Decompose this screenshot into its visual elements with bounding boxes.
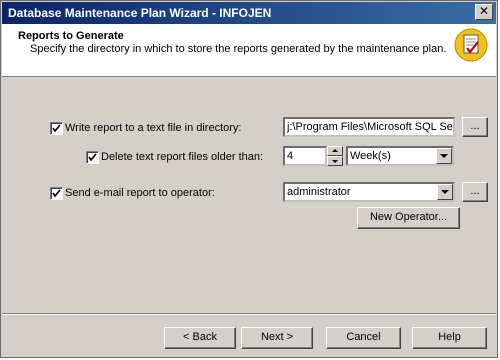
age-unit-select[interactable]: Week(s) — [346, 146, 454, 166]
close-button[interactable]: ✕ — [475, 4, 493, 20]
new-operator-button[interactable]: New Operator... — [357, 207, 460, 229]
operator-select[interactable]: administrator — [283, 182, 455, 202]
age-count-field[interactable]: 4 — [283, 146, 327, 166]
spin-up-icon[interactable] — [327, 146, 343, 156]
send-email-label: Send e-mail report to operator: — [65, 187, 215, 199]
wizard-content: Write report to a text file in directory… — [2, 77, 496, 313]
send-email-checkbox[interactable] — [50, 187, 63, 200]
close-icon: ✕ — [478, 4, 490, 18]
checkmark-icon — [52, 124, 61, 133]
wizard-report-icon — [454, 28, 488, 62]
spin-down-icon[interactable] — [327, 156, 343, 166]
title-bar[interactable]: Database Maintenance Plan Wizard - INFOJ… — [2, 2, 496, 24]
write-report-checkbox[interactable] — [50, 122, 63, 135]
checkmark-icon — [88, 153, 97, 162]
write-report-label: Write report to a text file in directory… — [65, 122, 242, 134]
operator-value: administrator — [287, 186, 351, 198]
back-button[interactable]: < Back — [164, 327, 236, 349]
page-subtitle: Specify the directory in which to store … — [30, 43, 447, 55]
page-title: Reports to Generate — [18, 30, 124, 42]
window-title: Database Maintenance Plan Wizard - INFOJ… — [8, 6, 272, 20]
next-button[interactable]: Next > — [241, 327, 313, 349]
age-unit-value: Week(s) — [350, 150, 391, 162]
report-directory-field[interactable]: j:\Program Files\Microsoft SQL Serve — [283, 117, 455, 137]
chevron-down-icon[interactable] — [436, 148, 452, 164]
browse-directory-button[interactable]: ... — [462, 117, 488, 137]
cancel-button[interactable]: Cancel — [326, 327, 401, 349]
delete-old-reports-label: Delete text report files older than: — [101, 151, 264, 163]
footer-separator — [2, 313, 496, 315]
checkmark-icon — [52, 189, 61, 198]
chevron-down-icon[interactable] — [437, 184, 453, 200]
age-count-spinner[interactable] — [327, 146, 343, 166]
wizard-header: Reports to Generate Specify the director… — [2, 24, 496, 77]
help-button[interactable]: Help — [412, 327, 487, 349]
browse-operator-button[interactable]: ... — [462, 182, 488, 202]
wizard-window: Database Maintenance Plan Wizard - INFOJ… — [0, 0, 498, 358]
delete-old-reports-checkbox[interactable] — [86, 151, 99, 164]
